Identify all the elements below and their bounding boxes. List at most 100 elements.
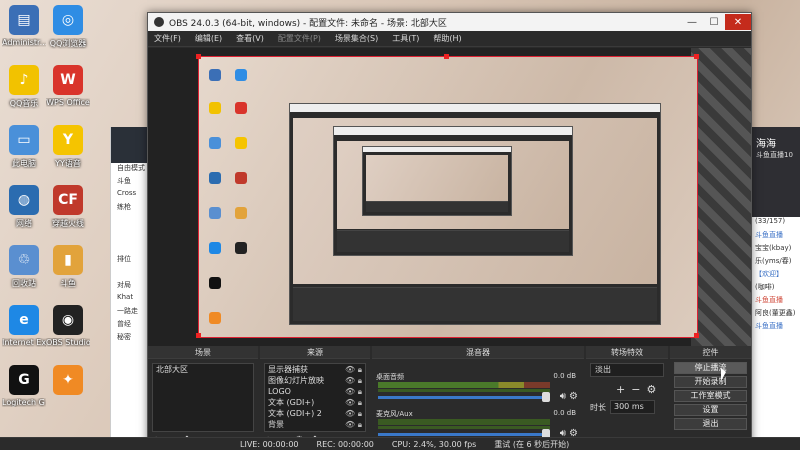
- duration-input[interactable]: 300 ms: [610, 400, 655, 414]
- gear-icon[interactable]: ⚙: [569, 391, 578, 402]
- gear-icon[interactable]: ⚙: [646, 383, 656, 396]
- source-label: 文本 (GDI+): [268, 398, 315, 407]
- bounding-handle[interactable]: [196, 54, 201, 59]
- chat-list-item[interactable]: 自由模式: [111, 163, 152, 176]
- bounding-handle[interactable]: [444, 54, 449, 59]
- add-transition-button[interactable]: +: [616, 383, 625, 396]
- channel-db: 0.0 dB: [553, 372, 576, 380]
- chat-list-item[interactable]: 曾经: [111, 319, 152, 332]
- exit-button[interactable]: 退出: [674, 418, 747, 430]
- scenes-dock-title: 场景: [148, 346, 258, 359]
- app-icon: W: [53, 65, 83, 95]
- chat-list-item[interactable]: 一路走: [111, 306, 152, 319]
- minimize-button[interactable]: —: [681, 14, 703, 30]
- chat-list-item[interactable]: [111, 228, 152, 241]
- source-item[interactable]: 文本 (GDI+) 👁︎ 🔒︎: [265, 397, 365, 408]
- chat-list-item[interactable]: 斗鱼: [111, 176, 152, 189]
- desktop-icon[interactable]: ▮ 斗鱼: [46, 245, 90, 289]
- stop-streaming-button[interactable]: 停止播流: [674, 362, 747, 374]
- mixer-dock-title: 混音器: [372, 346, 584, 359]
- desktop-icon[interactable]: e Internet Explorer: [2, 305, 46, 347]
- obs-window: OBS 24.0.3 (64-bit, windows) - 配置文件: 未命名…: [147, 12, 752, 450]
- dock-area: 场景 北部大区 + − ⌃ ⌄ 来源 显示器捕获 👁︎ 🔒︎ 图像幻灯片放映 👁︎ 🔒…: [148, 346, 751, 450]
- app-icon: ▭: [9, 125, 39, 155]
- eye-lock-icons[interactable]: 👁︎ 🔒︎: [345, 408, 362, 419]
- desktop-icon[interactable]: G Logitech G HUB: [2, 365, 46, 407]
- chat-message: (33/157): [755, 217, 786, 225]
- desktop-icon[interactable]: ▤ Administr...: [2, 5, 46, 47]
- menu-item[interactable]: 配置文件(P): [278, 33, 321, 44]
- source-item[interactable]: 背景 👁︎ 🔒︎: [265, 419, 365, 430]
- close-button[interactable]: ✕: [725, 14, 751, 30]
- chat-message: 宝宝(kbay): [755, 244, 792, 252]
- app-icon: CF: [53, 185, 83, 215]
- eye-lock-icons[interactable]: 👁︎ 🔒︎: [345, 397, 362, 408]
- desktop-icon[interactable]: ♲ 回收站: [2, 245, 46, 289]
- bounding-handle[interactable]: [694, 333, 699, 338]
- desktop-icon-label: Internet Explorer: [2, 338, 46, 347]
- mini-desktop-icon: [209, 277, 221, 289]
- bounding-handle[interactable]: [694, 54, 699, 59]
- chat-list-item[interactable]: 秘密: [111, 332, 152, 345]
- desktop-icons: ▤ Administr... ◎ QQ浏览器 ♪ QQ音乐 W WPS Office ▭ 此电脑 Y…: [0, 0, 110, 450]
- bounding-handle[interactable]: [196, 333, 201, 338]
- preview-canvas[interactable]: [148, 48, 751, 346]
- menu-item[interactable]: 场景集合(S): [335, 33, 378, 44]
- desktop-icon[interactable]: ▭ 此电脑: [2, 125, 46, 169]
- desktop-icon[interactable]: CF 穿越火线: [46, 185, 90, 229]
- chat-list-item[interactable]: [111, 215, 152, 228]
- chat-list-item[interactable]: Khat: [111, 293, 152, 306]
- source-item[interactable]: 图像幻灯片放映 👁︎ 🔒︎: [265, 375, 365, 386]
- chat-list-item[interactable]: [111, 267, 152, 280]
- volume-slider-handle[interactable]: [542, 392, 550, 402]
- source-label: LOGO: [268, 387, 291, 396]
- transitions-dock: 转场特效 淡出 + − ⚙ 时长 300 ms: [586, 346, 668, 450]
- menu-item[interactable]: 文件(F): [154, 33, 181, 44]
- chat-list-item[interactable]: 对局: [111, 280, 152, 293]
- menu-item[interactable]: 编辑(E): [195, 33, 222, 44]
- desktop-icon[interactable]: Y YY语音: [46, 125, 90, 169]
- desktop-icon[interactable]: ◉ OBS Studio: [46, 305, 90, 347]
- mini-desktop-icon: [235, 137, 247, 149]
- app-icon: e: [9, 305, 39, 335]
- desktop-icon[interactable]: W WPS Office: [46, 65, 90, 107]
- source-item[interactable]: LOGO 👁︎ 🔒︎: [265, 386, 365, 397]
- eye-lock-icons[interactable]: 👁︎ 🔒︎: [345, 364, 362, 375]
- sources-dock: 来源 显示器捕获 👁︎ 🔒︎ 图像幻灯片放映 👁︎ 🔒︎ LOGO 👁︎ 🔒︎ 文本 (GD…: [260, 346, 370, 450]
- studio-mode-button[interactable]: 工作室模式: [674, 390, 747, 402]
- chat-list-item[interactable]: 练枪: [111, 202, 152, 215]
- desktop-icon-label: 此电脑: [12, 159, 36, 168]
- controls-dock: 控件 停止播流 开始录制 工作室模式 设置 退出: [670, 346, 751, 450]
- source-item[interactable]: 文本 (GDI+) 2 👁︎ 🔒︎: [265, 408, 365, 419]
- eye-lock-icons[interactable]: 👁︎ 🔒︎: [345, 375, 362, 386]
- chat-list-item[interactable]: [111, 241, 152, 254]
- desktop-icon[interactable]: ◍ 网络: [2, 185, 46, 229]
- remove-transition-button[interactable]: −: [631, 383, 640, 396]
- mini-desktop-icon: [209, 207, 221, 219]
- mini-desktop-icon: [209, 242, 221, 254]
- menu-item[interactable]: 帮助(H): [433, 33, 461, 44]
- desktop-icon[interactable]: ✦: [46, 365, 90, 398]
- eye-lock-icons[interactable]: 👁︎ 🔒︎: [345, 386, 362, 397]
- chat-message: 【欢迎】: [755, 270, 783, 278]
- chat-list-item[interactable]: Cross: [111, 189, 152, 202]
- chat-list-item[interactable]: 排位: [111, 254, 152, 267]
- speaker-icon[interactable]: 🔊︎: [560, 391, 566, 402]
- settings-button[interactable]: 设置: [674, 404, 747, 416]
- menu-item[interactable]: 工具(T): [392, 33, 419, 44]
- desktop-icon[interactable]: ♪ QQ音乐: [2, 65, 46, 109]
- eye-lock-icons[interactable]: 👁︎ 🔒︎: [345, 419, 362, 430]
- volume-slider[interactable]: [378, 396, 550, 399]
- desktop-icon[interactable]: ◎ QQ浏览器: [46, 5, 90, 49]
- background-app-header: [111, 127, 152, 163]
- source-item[interactable]: 显示器捕获 👁︎ 🔒︎: [265, 364, 365, 375]
- app-icon: ♪: [9, 65, 39, 95]
- mixer-dock: 混音器 桌面音频 0.0 dB 🔊︎ ⚙ 麦克风/Aux 0.0 dB 🔊︎ ⚙: [372, 346, 584, 450]
- duration-row: 时长 300 ms: [590, 400, 655, 414]
- volume-slider[interactable]: [378, 433, 550, 436]
- transition-select[interactable]: 淡出: [590, 363, 664, 377]
- scene-item[interactable]: 北部大区: [153, 364, 253, 375]
- start-recording-button[interactable]: 开始录制: [674, 376, 747, 388]
- maximize-button[interactable]: ☐: [703, 14, 725, 30]
- menu-item[interactable]: 查看(V): [236, 33, 264, 44]
